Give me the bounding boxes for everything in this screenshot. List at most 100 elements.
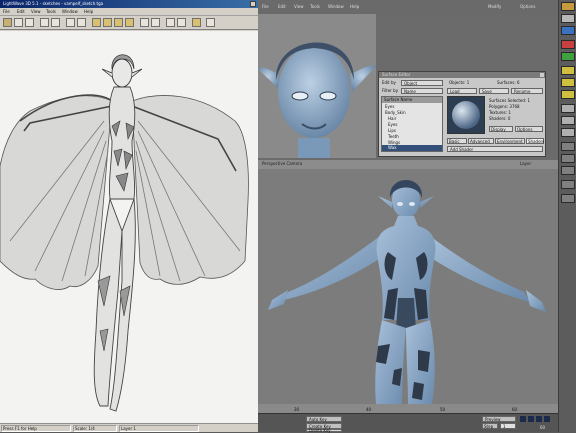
edit-by-select[interactable]: Object xyxy=(401,80,443,86)
prev-frame-icon[interactable] xyxy=(103,18,112,27)
settings-icon[interactable] xyxy=(561,52,575,61)
print-icon[interactable] xyxy=(25,18,34,27)
rewind-icon[interactable] xyxy=(520,416,526,422)
item-icon[interactable] xyxy=(561,2,575,11)
viewport-layer[interactable]: Layer xyxy=(520,161,531,166)
rotate-icon[interactable] xyxy=(561,78,575,87)
menu-edit[interactable]: Edit xyxy=(17,9,25,14)
help-icon[interactable] xyxy=(206,18,215,27)
preview-sphere xyxy=(452,101,480,129)
list-item[interactable]: Body_Skin xyxy=(385,110,406,115)
scale-icon[interactable] xyxy=(561,90,575,99)
close-icon[interactable] xyxy=(540,73,544,77)
step-field[interactable]: Step xyxy=(482,423,498,429)
copy-icon[interactable] xyxy=(51,18,60,27)
save-button[interactable]: Save xyxy=(479,88,509,94)
surface-list[interactable]: Surface Name Eyes Body_Skin Hair Eyes Li… xyxy=(381,96,443,152)
objects-icon[interactable] xyxy=(561,142,575,151)
list-item[interactable]: Lips xyxy=(388,128,396,133)
preview-select[interactable]: Preview xyxy=(482,416,516,422)
lights-icon[interactable] xyxy=(561,116,575,125)
surface-icon[interactable] xyxy=(561,180,575,189)
image-icon[interactable] xyxy=(561,194,575,203)
camera-icon[interactable] xyxy=(561,128,575,137)
layout-menu-window[interactable]: Window xyxy=(328,4,344,9)
layout-menu-options[interactable]: Options xyxy=(520,4,535,9)
step-label: Step xyxy=(484,424,494,429)
settings-icon[interactable] xyxy=(192,18,201,27)
rotate-icon[interactable] xyxy=(140,18,149,27)
list-item-selected[interactable]: Wax xyxy=(382,145,442,151)
perspective-viewport[interactable] xyxy=(258,160,558,404)
edit-by-value: Object xyxy=(404,81,418,86)
tab-basic[interactable]: Basic xyxy=(447,138,467,144)
menu-view[interactable]: View xyxy=(31,9,41,14)
tab-advanced[interactable]: Advanced xyxy=(468,138,494,144)
tab-advanced-label: Advanced xyxy=(470,139,490,144)
close-icon[interactable] xyxy=(250,1,256,7)
forward-icon[interactable] xyxy=(536,416,542,422)
list-item[interactable]: Teeth xyxy=(388,134,399,139)
auto-key-button[interactable]: Auto Key xyxy=(306,416,342,422)
cut-icon[interactable] xyxy=(40,18,49,27)
add-shader-select[interactable]: Add Shader xyxy=(447,146,543,152)
layout-menu-modify[interactable]: Modify xyxy=(488,4,501,9)
next-frame-icon[interactable] xyxy=(114,18,123,27)
graph-icon[interactable] xyxy=(561,154,575,163)
layout-menubar: File Edit View Tools Window Help Modify … xyxy=(258,0,558,14)
character-render xyxy=(258,160,558,404)
move-icon[interactable] xyxy=(561,66,575,75)
info-icon[interactable] xyxy=(177,18,186,27)
display-button-label: Display xyxy=(491,127,506,132)
last-frame-icon[interactable] xyxy=(125,18,134,27)
tab-environment[interactable]: Environment xyxy=(495,138,525,144)
scene-icon[interactable] xyxy=(561,14,575,23)
list-item[interactable]: Eyes xyxy=(388,122,397,127)
end-icon[interactable] xyxy=(544,416,550,422)
image-viewer-window: LightWave 3D 5.1 - sketches - vampelf_sk… xyxy=(0,0,258,432)
sketch-canvas[interactable] xyxy=(0,31,258,423)
grid-icon[interactable] xyxy=(166,18,175,27)
status-layer-text: Layer 1 xyxy=(121,426,136,431)
viewer-titlebar[interactable]: LightWave 3D 5.1 - sketches - vampelf_sk… xyxy=(0,0,258,8)
zoom-out-icon[interactable] xyxy=(77,18,86,27)
menu-window[interactable]: Window xyxy=(62,9,78,14)
edit-by-label: Edit by xyxy=(382,80,396,85)
zoom-in-icon[interactable] xyxy=(66,18,75,27)
rename-button[interactable]: Rename xyxy=(511,88,543,94)
frame-slider[interactable]: 30 40 50 60 xyxy=(258,404,558,414)
motion-icon[interactable] xyxy=(561,166,575,175)
face-closeup-viewport[interactable] xyxy=(258,14,376,158)
options-button[interactable]: Options xyxy=(515,126,543,132)
viewport-mode[interactable]: Perspective Camera xyxy=(262,161,302,166)
layout-menu-view[interactable]: View xyxy=(294,4,304,9)
save-icon[interactable] xyxy=(14,18,23,27)
display-button[interactable]: Display xyxy=(489,126,513,132)
bones-icon[interactable] xyxy=(561,104,575,113)
rename-button-label: Rename xyxy=(514,89,531,94)
flip-icon[interactable] xyxy=(151,18,160,27)
play-icon[interactable] xyxy=(528,416,534,422)
render-icon[interactable] xyxy=(561,40,575,49)
layout-menu-tools[interactable]: Tools xyxy=(310,4,320,9)
tick-label: 30 xyxy=(294,407,300,412)
open-icon[interactable] xyxy=(3,18,12,27)
display-icon[interactable] xyxy=(561,26,575,35)
frame-field[interactable]: 1 xyxy=(500,423,516,429)
first-frame-icon[interactable] xyxy=(92,18,101,27)
layout-menu-help[interactable]: Help xyxy=(350,4,359,9)
list-item[interactable]: Hair xyxy=(388,116,396,121)
surface-editor-title: Surface Editor xyxy=(382,72,411,77)
menu-help[interactable]: Help xyxy=(84,9,93,14)
status-scale-text: Scale: 1/4 xyxy=(75,426,95,431)
menu-file[interactable]: File xyxy=(3,9,10,14)
layout-menu-edit[interactable]: Edit xyxy=(278,4,286,9)
menu-tools[interactable]: Tools xyxy=(46,9,56,14)
list-item[interactable]: Eyes xyxy=(385,104,394,109)
filter-select[interactable]: Name xyxy=(401,88,443,94)
surface-list-header-text: Surface Name xyxy=(384,97,413,102)
load-button[interactable]: Load xyxy=(447,88,477,94)
tab-shaders[interactable]: Shaders xyxy=(526,138,544,144)
layout-menu-file[interactable]: File xyxy=(262,4,269,9)
surface-editor-titlebar[interactable]: Surface Editor xyxy=(379,72,545,78)
